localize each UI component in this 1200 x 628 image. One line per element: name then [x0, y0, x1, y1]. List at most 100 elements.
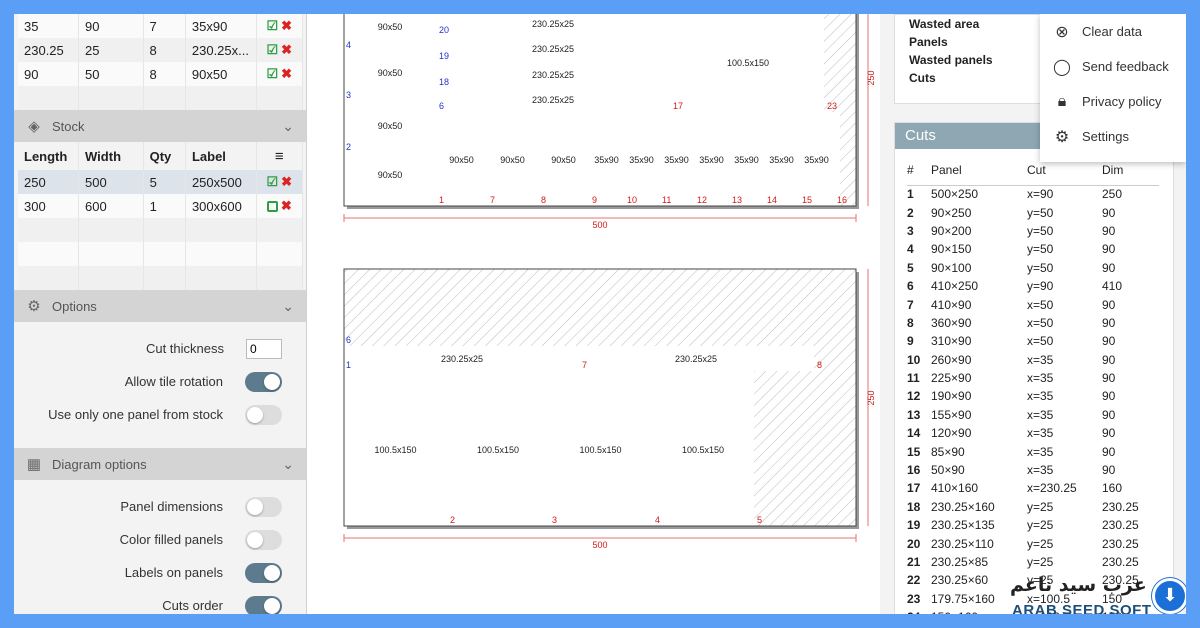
cut-number: 10	[627, 195, 637, 205]
table-row[interactable]: 250 500 5 250x500 ☑ ✖	[18, 170, 304, 194]
table-row[interactable]: 230.25 25 8 230.25x... ☑ ✖	[18, 38, 304, 62]
cut-num: 11	[907, 371, 920, 386]
stock-width[interactable]: 500	[78, 170, 144, 194]
cut-row: 18 230.25×160 y=25 230.25	[907, 498, 1159, 516]
labels-on-panels-toggle[interactable]	[245, 562, 282, 583]
cut-row: 7 410×90 x=50 90	[907, 295, 1159, 313]
empty-row[interactable]	[18, 86, 304, 110]
stock-qty[interactable]: 1	[143, 194, 186, 218]
check-icon[interactable]: ☑	[267, 174, 279, 189]
panel-label: 100.5x150	[682, 445, 724, 455]
delete-icon[interactable]: ✖	[281, 42, 292, 57]
cut-panel: 230.25×135	[931, 518, 995, 533]
header-panel: Panel	[931, 155, 1027, 186]
cut-cut: y=25	[1027, 536, 1054, 551]
panel-width[interactable]: 25	[78, 38, 144, 62]
stock-qty[interactable]: 5	[143, 170, 186, 194]
cut-num: 14	[907, 426, 921, 441]
stock-label[interactable]: 300x600	[185, 194, 257, 218]
check-icon[interactable]: ☑	[267, 18, 279, 33]
stock-length[interactable]: 300	[18, 194, 80, 218]
panel-label: 35x90	[594, 155, 619, 165]
delete-icon[interactable]: ✖	[281, 18, 292, 33]
cut-row: 16 50×90 x=35 90	[907, 461, 1159, 479]
stock-section-header[interactable]: ◈ Stock ⌄	[14, 110, 306, 142]
table-layout-icon: ▦	[26, 456, 42, 473]
delete-icon[interactable]: ✖	[281, 66, 292, 81]
panel-width[interactable]: 90	[78, 14, 144, 38]
panel-width[interactable]: 50	[78, 62, 144, 86]
panel-qty[interactable]: 8	[143, 38, 186, 62]
menu-item-settings[interactable]: ⚙ Settings	[1040, 119, 1186, 154]
cut-cut: x=35	[1027, 352, 1054, 367]
cut-number: 8	[541, 195, 546, 205]
waste-area	[840, 112, 856, 206]
panel-label[interactable]: 90x50	[185, 62, 257, 86]
empty-row[interactable]	[18, 242, 304, 266]
cut-num: 21	[907, 555, 921, 569]
cuts-order-toggle[interactable]	[245, 595, 282, 614]
table-row[interactable]: 90 50 8 90x50 ☑ ✖	[18, 62, 304, 86]
options-section-header[interactable]: ⚙ Options ⌄	[14, 290, 306, 322]
table-row[interactable]: 35 90 7 35x90 ☑ ✖	[18, 14, 304, 38]
diagram-options-section-header[interactable]: ▦ Diagram options ⌄	[14, 448, 306, 480]
chevron-down-icon[interactable]: ⌄	[282, 298, 294, 315]
table-row[interactable]: 300 600 1 300x600 ✖	[18, 194, 304, 218]
panel-label: 90x50	[378, 121, 403, 131]
row-actions: ☑ ✖	[256, 38, 304, 62]
checkbox-icon[interactable]	[266, 201, 278, 213]
cut-row: 2 90×250 y=50 90	[907, 203, 1159, 221]
panel-label: 100.5x150	[727, 58, 769, 68]
check-icon[interactable]: ☑	[267, 42, 279, 57]
waste-area	[344, 269, 856, 346]
stock-length[interactable]: 250	[18, 170, 80, 194]
row-actions: ☑ ✖	[256, 62, 304, 86]
wasted-area-label: Wasted area	[909, 17, 980, 31]
panel-dimensions-toggle[interactable]	[245, 496, 282, 517]
delete-icon[interactable]: ✖	[281, 174, 292, 189]
panel-qty[interactable]: 8	[143, 62, 186, 86]
panel-label: 90x50	[378, 170, 403, 180]
panel-length[interactable]: 35	[18, 14, 79, 38]
stock-label[interactable]: 250x500	[185, 170, 257, 194]
panel-label: 230.25x25	[441, 354, 483, 364]
cut-panel: 410×90	[931, 297, 972, 312]
menu-item-clear-data[interactable]: ⊗ Clear data	[1040, 14, 1186, 49]
panel-length[interactable]: 230.25	[18, 38, 79, 62]
color-filled-toggle[interactable]	[245, 529, 282, 550]
empty-row[interactable]	[18, 218, 304, 242]
panel-label[interactable]: 35x90	[185, 14, 257, 38]
panel-qty[interactable]: 7	[143, 14, 186, 38]
panel-label[interactable]: 230.25x...	[185, 38, 257, 62]
panel-label: 35x90	[629, 155, 654, 165]
panel-length[interactable]: 90	[18, 62, 79, 86]
cut-number: 13	[732, 195, 742, 205]
cut-row: 11 225×90 x=35 90	[907, 369, 1159, 387]
cut-number: 7	[490, 195, 495, 205]
menu-item-send-feedback[interactable]: ◯ Send feedback	[1040, 49, 1186, 84]
hamburger-menu-icon[interactable]: ≡	[256, 142, 304, 170]
delete-icon[interactable]: ✖	[281, 198, 292, 213]
check-icon[interactable]: ☑	[267, 66, 279, 81]
allow-rotation-label: Allow tile rotation	[124, 374, 223, 389]
app-window: 35 90 7 35x90 ☑ ✖ 230.25 25 8 230.25x... …	[14, 14, 1186, 614]
header-label: Label	[185, 142, 257, 170]
allow-rotation-toggle[interactable]	[245, 371, 282, 392]
cut-number: 12	[697, 195, 707, 205]
empty-row[interactable]	[18, 266, 304, 290]
stock-width[interactable]: 600	[78, 194, 144, 218]
cut-cut: y=25	[1027, 555, 1054, 569]
cut-row: 20 230.25×110 y=25 230.25	[907, 534, 1159, 552]
panel-label: 35x90	[699, 155, 724, 165]
cut-num: 10	[907, 352, 921, 367]
cut-panel: 225×90	[931, 371, 972, 386]
one-panel-toggle[interactable]	[245, 404, 282, 425]
wasted-panels-label: Wasted panels	[909, 53, 993, 67]
chevron-down-icon[interactable]: ⌄	[282, 456, 294, 473]
chevron-down-icon[interactable]: ⌄	[282, 118, 294, 135]
cut-thickness-input[interactable]	[246, 338, 282, 359]
menu-item-privacy-policy[interactable]: 🔒︎ Privacy policy	[1040, 84, 1186, 119]
cut-panel: 50×90	[931, 463, 965, 478]
cut-row: 6 410×250 y=90 410	[907, 277, 1159, 295]
cut-num: 20	[907, 536, 921, 551]
